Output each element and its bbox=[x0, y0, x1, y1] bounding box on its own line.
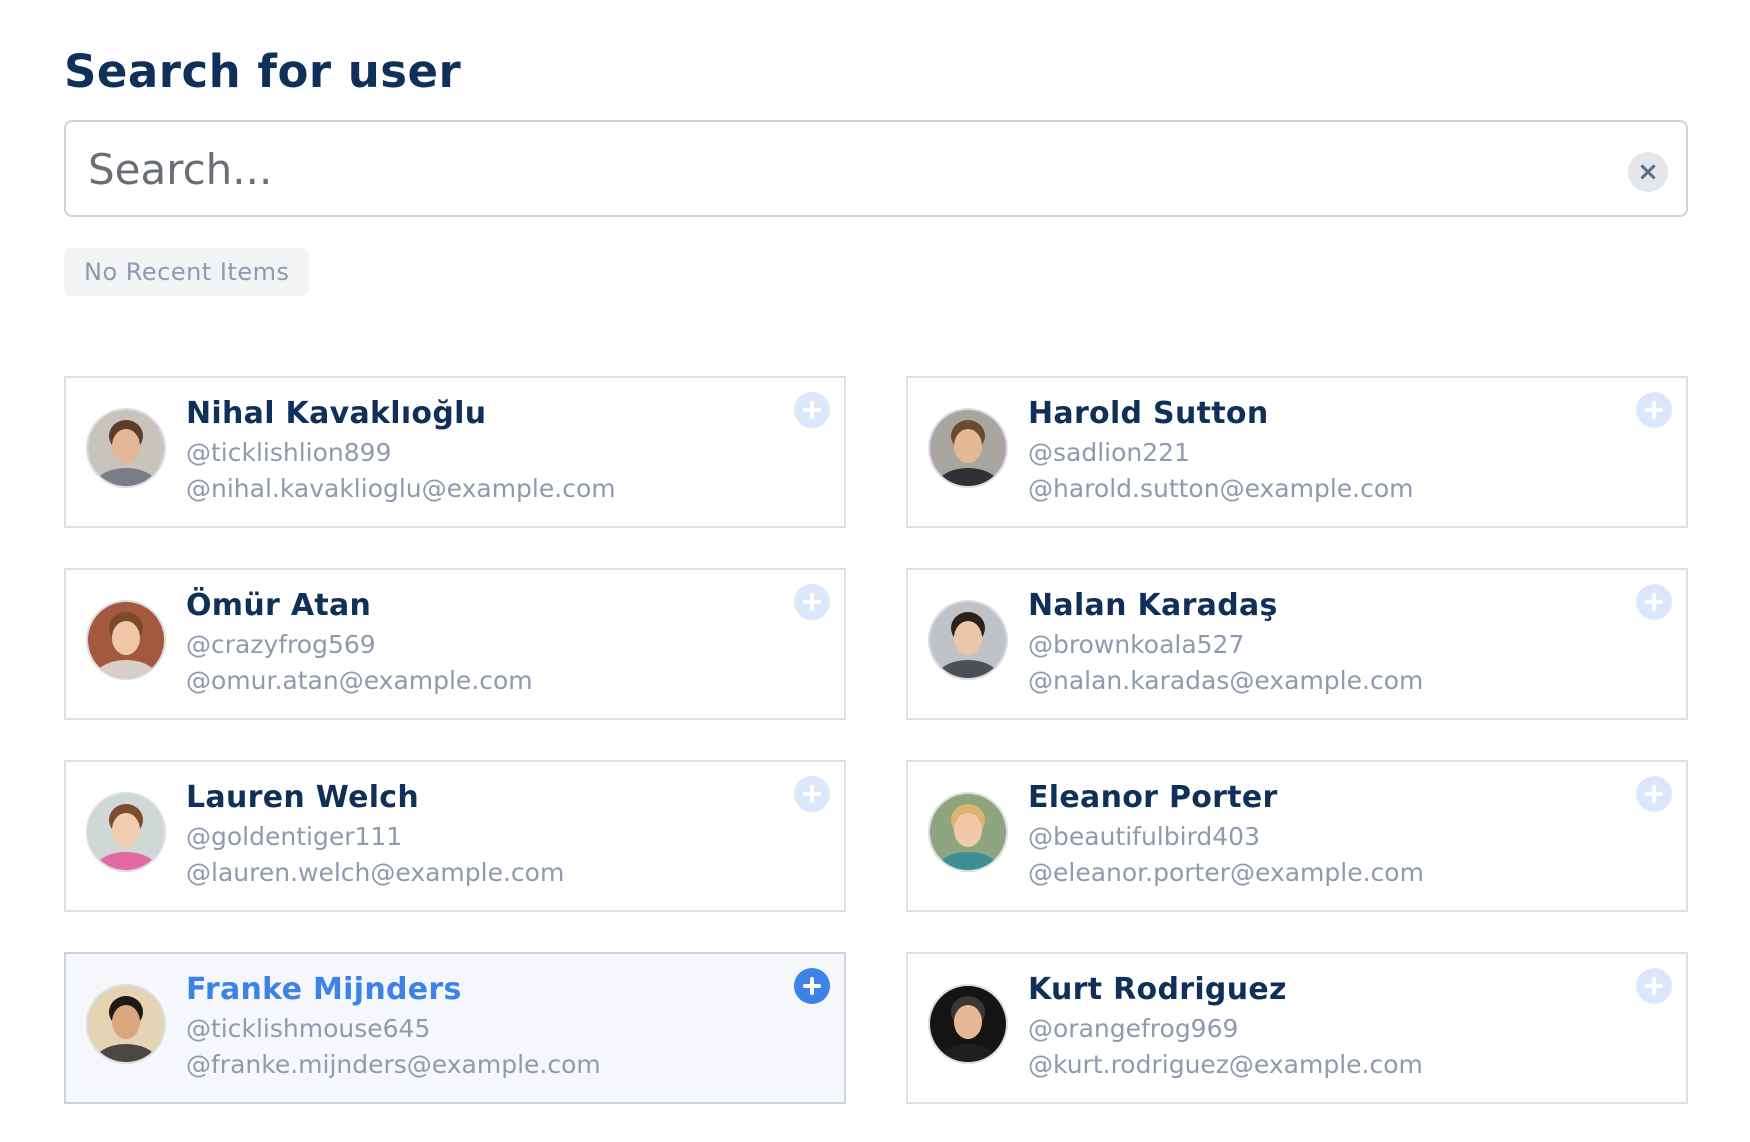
page-title: Search for user bbox=[64, 45, 462, 98]
user-name: Nalan Karadaş bbox=[1028, 588, 1278, 623]
search-input[interactable] bbox=[86, 122, 1590, 217]
avatar bbox=[86, 600, 166, 680]
add-user-icon[interactable] bbox=[794, 584, 830, 620]
user-handle: @beautifulbird403 bbox=[1028, 822, 1260, 851]
add-user-icon[interactable] bbox=[1636, 776, 1672, 812]
user-card[interactable]: Nalan Karadaş @brownkoala527 @nalan.karada… bbox=[906, 568, 1688, 720]
user-handle: @goldentiger111 bbox=[186, 822, 403, 851]
user-card[interactable]: Kurt Rodriguez @orangefrog969 @kurt.rodrig… bbox=[906, 952, 1688, 1104]
user-email: @nalan.karadas@example.com bbox=[1028, 666, 1424, 695]
user-handle: @sadlion221 bbox=[1028, 438, 1190, 467]
user-email: @kurt.rodriguez@example.com bbox=[1028, 1050, 1423, 1079]
user-handle: @brownkoala527 bbox=[1028, 630, 1245, 659]
user-email: @omur.atan@example.com bbox=[186, 666, 533, 695]
add-user-icon[interactable] bbox=[1636, 392, 1672, 428]
user-name: Ömür Atan bbox=[186, 588, 372, 623]
add-user-icon[interactable] bbox=[794, 776, 830, 812]
user-card[interactable]: Ömür Atan @crazyfrog569 @omur.atan@example… bbox=[64, 568, 846, 720]
user-handle: @orangefrog969 bbox=[1028, 1014, 1239, 1043]
add-user-icon[interactable] bbox=[1636, 584, 1672, 620]
user-email: @lauren.welch@example.com bbox=[186, 858, 565, 887]
recent-items-badge: No Recent Items bbox=[64, 248, 310, 296]
user-card[interactable]: Lauren Welch @goldentiger111 @lauren.welch… bbox=[64, 760, 846, 912]
user-email: @eleanor.porter@example.com bbox=[1028, 858, 1424, 887]
user-card[interactable]: Harold Sutton @sadlion221 @harold.sutton@e… bbox=[906, 376, 1688, 528]
user-name: Harold Sutton bbox=[1028, 396, 1269, 431]
user-handle: @ticklishlion899 bbox=[186, 438, 392, 467]
user-card[interactable]: Nihal Kavaklıoğlu @ticklishlion899 @nihal.… bbox=[64, 376, 846, 528]
avatar bbox=[86, 792, 166, 872]
user-name: Eleanor Porter bbox=[1028, 780, 1278, 815]
user-handle: @ticklishmouse645 bbox=[186, 1014, 431, 1043]
user-name: Lauren Welch bbox=[186, 780, 420, 815]
user-card[interactable]: Eleanor Porter @beautifulbird403 @eleanor.… bbox=[906, 760, 1688, 912]
avatar bbox=[86, 408, 166, 488]
add-user-icon[interactable] bbox=[794, 968, 830, 1004]
add-user-icon[interactable] bbox=[794, 392, 830, 428]
user-email: @nihal.kavaklioglu@example.com bbox=[186, 474, 616, 503]
user-handle: @crazyfrog569 bbox=[186, 630, 376, 659]
avatar bbox=[86, 984, 166, 1064]
avatar bbox=[928, 984, 1008, 1064]
user-email: @harold.sutton@example.com bbox=[1028, 474, 1414, 503]
avatar bbox=[928, 792, 1008, 872]
user-card[interactable]: Franke Mijnders @ticklishmouse645 @franke.… bbox=[64, 952, 846, 1104]
user-name: Franke Mijnders bbox=[186, 972, 462, 1007]
search-box: × bbox=[64, 120, 1688, 217]
clear-search-icon[interactable]: × bbox=[1628, 152, 1668, 192]
user-email: @franke.mijnders@example.com bbox=[186, 1050, 601, 1079]
avatar bbox=[928, 600, 1008, 680]
add-user-icon[interactable] bbox=[1636, 968, 1672, 1004]
avatar bbox=[928, 408, 1008, 488]
user-name: Nihal Kavaklıoğlu bbox=[186, 396, 487, 431]
user-name: Kurt Rodriguez bbox=[1028, 972, 1287, 1007]
